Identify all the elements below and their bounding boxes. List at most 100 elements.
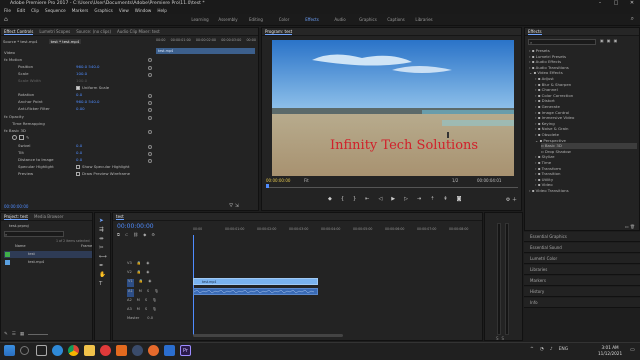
stack-essential-sound[interactable]: Essential Sound [524, 243, 640, 253]
track-v3[interactable]: V3 🔒 ◉ [127, 261, 191, 269]
stack-essential-graphics[interactable]: Essential Graphics [524, 232, 640, 242]
tilt-value[interactable]: 0.0 [76, 149, 82, 156]
file-explorer-icon[interactable] [84, 345, 95, 356]
project-item[interactable]: test.mp4 [4, 259, 92, 266]
reset-icon[interactable] [148, 58, 152, 62]
go-to-out-icon[interactable]: ⇥ [417, 196, 421, 202]
ellipse-mask-icon[interactable] [12, 135, 17, 140]
timeline-ruler[interactable]: 00:00 00:00:01:00 00:00:02:00 00:00:03:0… [193, 227, 481, 235]
lock-icon[interactable]: 🔒 [139, 279, 143, 287]
lock-icon[interactable]: 🔒 [137, 270, 141, 278]
menu-sequence[interactable]: Sequence [45, 8, 66, 13]
solo-left-button[interactable]: S [496, 336, 499, 340]
workspace-color[interactable]: Color [270, 14, 298, 26]
time-remapping-row[interactable]: Time Remapping [12, 120, 45, 127]
search-icon[interactable]: ⌕ [631, 15, 634, 23]
tab-effects[interactable]: Effects [528, 29, 542, 35]
camera-icon[interactable]: ◙ [457, 196, 462, 202]
master-volume[interactable]: 0.0 [147, 316, 153, 324]
icon-view-icon[interactable]: ▦ [20, 332, 24, 337]
source-label[interactable]: Source * test.mp4 [3, 39, 37, 44]
windows-start-icon[interactable] [4, 345, 15, 356]
mic-icon[interactable]: 🎙 [152, 307, 157, 315]
tree-item-video-transitions[interactable]: › ▪ Video Transitions [529, 188, 569, 194]
step-forward-icon[interactable]: ▷ [404, 196, 408, 202]
snap-icon[interactable]: ⊂ [125, 232, 128, 237]
lift-icon[interactable]: ⇡ [430, 196, 434, 202]
mark-out-icon[interactable]: } [353, 196, 356, 202]
mute-icon[interactable]: M [139, 289, 142, 297]
yuv-icon[interactable]: ▣ [614, 38, 618, 43]
media-player-icon[interactable] [116, 345, 127, 356]
reset-icon[interactable] [148, 73, 152, 77]
menu-markers[interactable]: Markers [72, 8, 89, 13]
steam-icon[interactable] [132, 345, 143, 356]
playhead-marker[interactable] [266, 184, 269, 188]
anchor-point-value[interactable]: 960.0 540.0 [76, 98, 100, 105]
anti-flicker-value[interactable]: 0.00 [76, 105, 85, 112]
preview-option[interactable]: Draw Preview Wireframe [76, 170, 130, 177]
reset-icon[interactable] [148, 152, 152, 156]
specular-option[interactable]: Show Specular Highlight [76, 163, 130, 170]
zoom-slider[interactable] [28, 332, 49, 335]
mark-in-icon[interactable]: { [341, 196, 344, 202]
clip-label[interactable]: test * test.mp4 [48, 39, 82, 44]
timeline-timecode[interactable]: 00:00:00:00 [117, 223, 154, 230]
pencil-icon[interactable]: ✎ [4, 332, 8, 337]
opera-icon[interactable] [100, 345, 111, 356]
selection-tool-icon[interactable]: ➤ [99, 218, 107, 224]
reset-icon[interactable] [148, 130, 152, 134]
program-resolution-select[interactable]: 1/2 [452, 178, 458, 183]
nest-icon[interactable]: ⧉ [117, 232, 120, 237]
uniform-scale-row[interactable]: Uniform Scale [76, 84, 109, 91]
program-fit-select[interactable]: Fit [304, 178, 309, 183]
wrench-icon[interactable]: ⚙ [506, 197, 510, 203]
opacity-row[interactable]: fx Opacity [4, 113, 24, 120]
new-folder-icon[interactable]: ▭ [625, 224, 629, 229]
reset-icon[interactable] [148, 159, 152, 163]
eye-icon[interactable]: ◉ [146, 270, 149, 278]
effects-search[interactable]: ⌕ [528, 39, 596, 45]
minimize-icon[interactable]: – [592, 0, 608, 7]
basic-3d-row[interactable]: fx Basic 3D [4, 127, 26, 134]
scale-value[interactable]: 100.0 [76, 70, 87, 77]
tab-source[interactable]: Source: (no clips) [76, 29, 111, 34]
eye-icon[interactable]: ◉ [148, 279, 151, 287]
settings-icon[interactable]: ⚙ [151, 232, 155, 237]
stack-markers[interactable]: Markers [524, 276, 640, 286]
volume-icon[interactable]: ♪ [550, 347, 553, 352]
program-scrubber[interactable] [266, 184, 518, 188]
menu-clip[interactable]: Clip [31, 8, 39, 13]
workspace-effects[interactable]: Effects [298, 14, 326, 26]
workspace-editing[interactable]: Editing [242, 14, 270, 26]
chrome-icon[interactable] [68, 345, 79, 356]
network-icon[interactable]: ◔ [540, 347, 544, 352]
mic-icon[interactable]: 🎙 [152, 298, 157, 306]
pen-tool-icon[interactable]: ✒ [99, 263, 107, 269]
wireframe-checkbox[interactable] [76, 172, 80, 176]
mic-icon[interactable]: 🎙 [154, 289, 159, 297]
search-icon[interactable] [20, 346, 29, 355]
accelerated-icon[interactable]: ▣ [600, 38, 604, 43]
32bit-icon[interactable]: ▣ [607, 38, 611, 43]
clock[interactable]: 3:01 AM 11/12/2021 [598, 345, 622, 356]
tab-lumetri-scopes[interactable]: Lumetri Scopes [39, 29, 70, 34]
delete-icon[interactable]: 🗑 [630, 224, 635, 229]
menu-edit[interactable]: Edit [17, 8, 25, 13]
stack-libraries[interactable]: Libraries [524, 265, 640, 275]
audio-clip[interactable] [193, 288, 318, 295]
track-v1[interactable]: V1 🔒 ◉ [127, 279, 191, 287]
add-button-icon[interactable]: ＋ [512, 197, 517, 203]
tab-audio-clip-mixer[interactable]: Audio Clip Mixer: test [117, 29, 160, 34]
mute-icon[interactable]: M [137, 307, 140, 315]
task-view-icon[interactable] [36, 345, 47, 356]
marker-icon[interactable]: ◆ [328, 196, 332, 202]
project-item[interactable]: test [4, 251, 92, 258]
program-video-frame[interactable]: Infinity Tech Solutions [272, 40, 514, 176]
video-clip[interactable]: test.mp4 [193, 278, 318, 285]
effect-timecode[interactable]: 00:00:00:00 [4, 204, 28, 209]
reset-icon[interactable] [148, 116, 152, 120]
timeline-scrollbar[interactable] [193, 334, 343, 337]
solo-right-button[interactable]: S [502, 336, 505, 340]
app-icon[interactable] [164, 345, 175, 356]
